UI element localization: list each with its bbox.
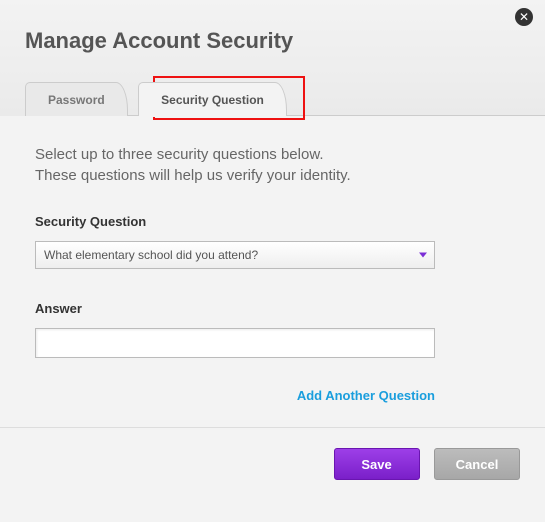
security-question-label: Security Question bbox=[35, 214, 510, 229]
intro-line-1: Select up to three security questions be… bbox=[35, 146, 324, 163]
dialog-header: Manage Account Security bbox=[0, 0, 545, 54]
security-question-value: What elementary school did you attend? bbox=[35, 241, 435, 269]
answer-input[interactable] bbox=[35, 328, 435, 358]
security-question-select[interactable]: What elementary school did you attend? bbox=[35, 241, 435, 269]
close-icon[interactable]: ✕ bbox=[515, 8, 533, 26]
tab-content: Select up to three security questions be… bbox=[0, 116, 545, 403]
save-button[interactable]: Save bbox=[334, 448, 420, 480]
dialog-footer: Save Cancel bbox=[0, 428, 545, 500]
account-security-dialog: ✕ Manage Account Security Password Secur… bbox=[0, 0, 545, 522]
intro-text: Select up to three security questions be… bbox=[35, 144, 510, 186]
page-title: Manage Account Security bbox=[25, 28, 545, 54]
tab-bar: Password Security Question bbox=[25, 82, 545, 116]
intro-line-2: These questions will help us verify your… bbox=[35, 167, 351, 184]
add-another-question-link[interactable]: Add Another Question bbox=[35, 388, 435, 403]
answer-label: Answer bbox=[35, 301, 510, 316]
tab-security-question[interactable]: Security Question bbox=[138, 82, 287, 116]
cancel-button[interactable]: Cancel bbox=[434, 448, 520, 480]
tab-password[interactable]: Password bbox=[25, 82, 128, 116]
